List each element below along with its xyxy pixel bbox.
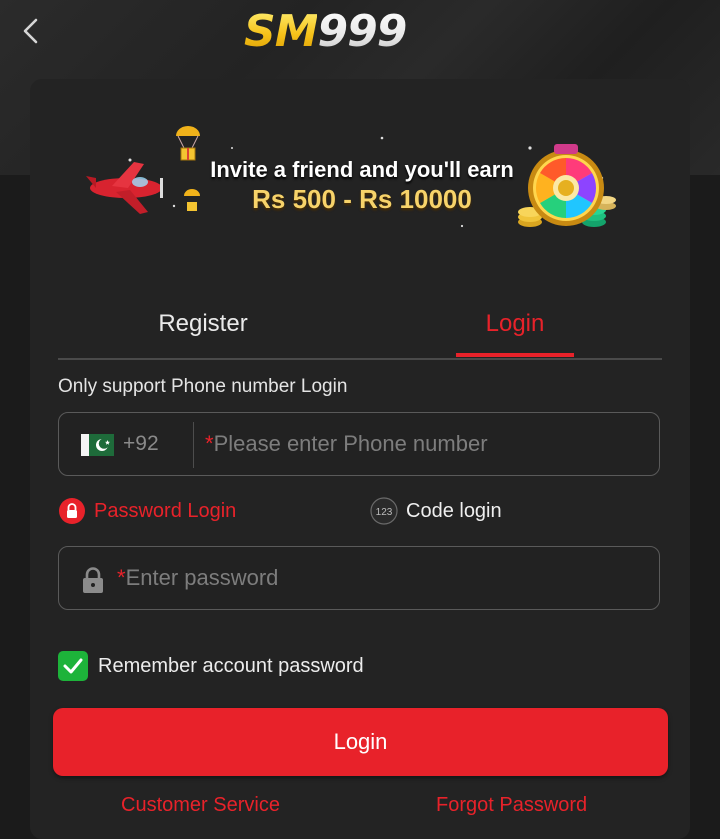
checkmark-icon <box>63 658 83 674</box>
padlock-icon <box>81 566 105 599</box>
pakistan-flag-icon <box>81 434 114 456</box>
remember-label: Remember account password <box>98 654 364 677</box>
login-hint: Only support Phone number Login <box>58 376 348 397</box>
brand-logo: SM999 <box>244 6 407 57</box>
invite-banner[interactable]: Invite a friend and you'll earn Rs 500 -… <box>82 118 638 238</box>
logo-part-sm: SM <box>244 6 318 57</box>
tab-login[interactable]: Login <box>456 290 574 358</box>
phone-field[interactable]: +92 *Please enter Phone number <box>58 412 660 476</box>
airplane-icon <box>86 162 163 214</box>
tab-register[interactable]: Register <box>118 290 288 358</box>
spin-wheel-icon <box>528 144 604 226</box>
logo-part-999: 999 <box>317 6 407 57</box>
customer-service-link[interactable]: Customer Service <box>121 794 280 817</box>
password-login-label: Password Login <box>94 499 237 522</box>
banner-text: Invite a friend and you'll earn Rs 500 -… <box>192 156 532 214</box>
banner-reward: Rs 500 - Rs 10000 <box>252 184 472 214</box>
code-login-option[interactable]: 123 Code login <box>370 494 502 528</box>
password-placeholder: Enter password <box>125 565 279 590</box>
login-button[interactable]: Login <box>53 708 668 776</box>
active-tab-indicator <box>456 353 574 357</box>
required-mark: * <box>205 431 214 456</box>
banner-headline: Invite a friend and you'll earn <box>210 157 514 182</box>
field-divider <box>193 422 194 468</box>
remember-password-option[interactable]: Remember account password <box>58 650 364 682</box>
password-field[interactable]: *Enter password <box>58 546 660 610</box>
code-login-label: Code login <box>406 499 502 522</box>
password-login-option[interactable]: Password Login <box>58 494 236 528</box>
country-code[interactable]: +92 <box>123 413 159 475</box>
lock-icon <box>58 497 86 525</box>
remember-checkbox[interactable] <box>58 651 88 681</box>
password-input[interactable]: *Enter password <box>117 547 278 609</box>
phone-placeholder: Please enter Phone number <box>213 431 488 456</box>
numeric-code-icon-text: 123 <box>376 507 393 518</box>
auth-tabs: Register Login <box>58 290 662 360</box>
parachute-gift-icon <box>176 126 200 161</box>
forgot-password-link[interactable]: Forgot Password <box>436 794 587 817</box>
back-button[interactable] <box>14 14 48 48</box>
chevron-left-icon <box>23 18 38 44</box>
phone-input[interactable]: *Please enter Phone number <box>205 413 488 475</box>
required-mark: * <box>117 565 126 590</box>
numeric-code-icon: 123 <box>370 497 398 525</box>
